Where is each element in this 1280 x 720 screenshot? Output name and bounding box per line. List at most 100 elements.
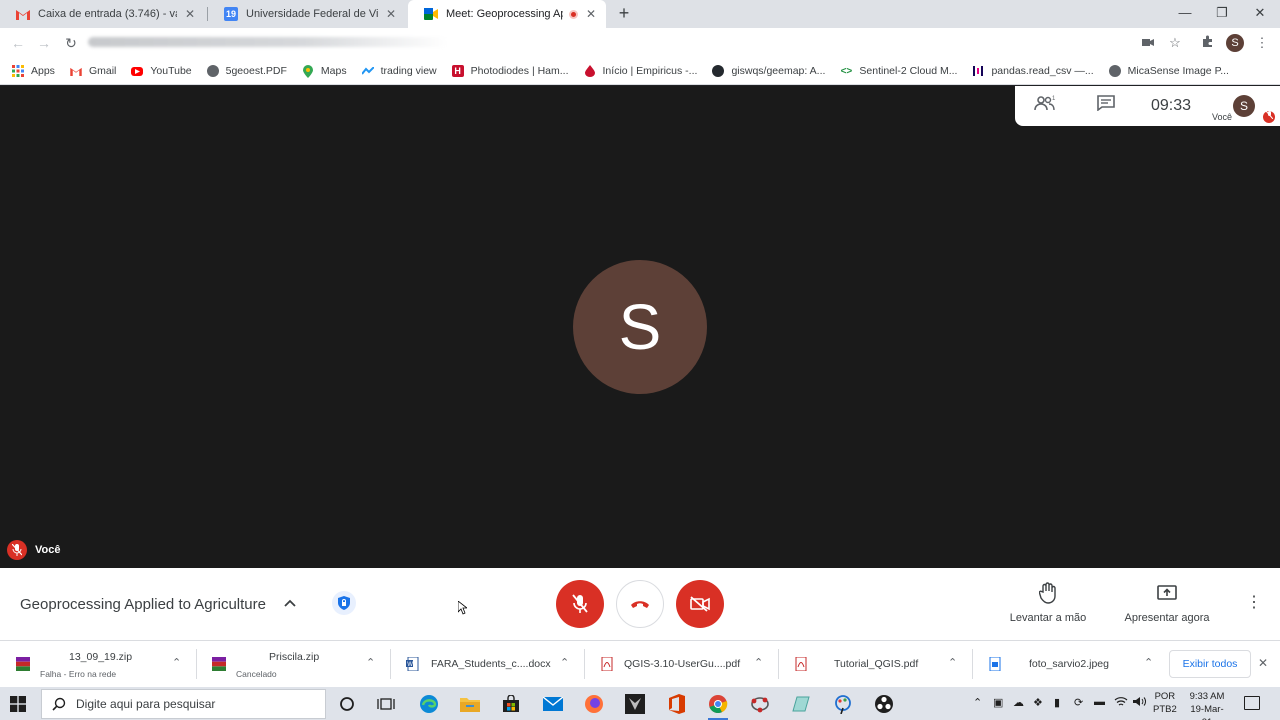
minimize-button[interactable]: — (1173, 2, 1197, 24)
battery-icon[interactable]: ▬ (1094, 696, 1105, 708)
download-item[interactable]: 13_09_19.zip Falha - Erro na rede ⌃ (0, 641, 196, 688)
restore-button[interactable]: ❐ (1210, 2, 1234, 24)
close-tab-icon[interactable]: ✕ (384, 7, 398, 21)
paint-icon[interactable] (831, 692, 855, 716)
browser-toolbar: ← → ↻ ☆ S ⋮ (0, 28, 1280, 58)
windows-start-icon[interactable] (10, 696, 26, 712)
bookmark-label: MicaSense Image P... (1127, 65, 1229, 77)
download-item[interactable]: foto_sarvio2.jpeg ⌃ (972, 641, 1166, 688)
download-item[interactable]: QGIS-3.10-UserGu....pdf ⌃ (584, 641, 778, 688)
usb-icon[interactable]: ▮ (1054, 696, 1060, 709)
close-shelf-icon[interactable]: ✕ (1258, 656, 1268, 670)
bookmark-photodiodes[interactable]: H Photodiodes | Ham... (451, 65, 569, 77)
download-item[interactable]: Priscila.zip Cancelado ⌃ (196, 641, 390, 688)
bookmark-trading-view[interactable]: trading view (361, 65, 437, 77)
snip-tool-icon[interactable] (789, 692, 813, 716)
image-file-icon (989, 657, 1001, 671)
edge-icon[interactable] (417, 692, 441, 716)
chevron-up-icon[interactable]: ⌃ (754, 656, 763, 669)
bookmark-star-icon[interactable]: ☆ (1165, 33, 1185, 53)
taskbar-search-box[interactable]: Digite aqui para pesquisar (41, 689, 326, 719)
store-icon[interactable] (499, 692, 523, 716)
bookmark-label: YouTube (150, 65, 192, 77)
volume-icon[interactable] (1133, 696, 1147, 710)
meet-tray-icon[interactable]: ▣ (993, 696, 1003, 709)
chevron-up-icon[interactable]: ⌃ (366, 656, 375, 669)
winrar-icon (212, 657, 226, 671)
download-filename: foto_sarvio2.jpeg (1029, 658, 1109, 670)
github-icon (712, 65, 725, 77)
chevron-up-icon[interactable]: ⌃ (948, 656, 957, 669)
notifications-icon[interactable] (1244, 696, 1260, 710)
bookmark-label: Photodiodes | Ham... (470, 65, 569, 77)
bookmark-sentinel[interactable]: <> Sentinel-2 Cloud M... (840, 65, 958, 77)
geogebra-icon[interactable] (748, 692, 772, 716)
gmail-icon (70, 65, 82, 77)
chevron-up-icon[interactable]: ⌃ (560, 656, 569, 669)
close-tab-icon[interactable]: ✕ (584, 7, 598, 21)
bookmark-apps[interactable]: Apps (12, 65, 55, 77)
tab-ufv[interactable]: 19 Universidade Federal de Viçosa: A ✕ (208, 0, 406, 28)
show-hidden-icons-icon[interactable]: ⌃ (973, 696, 982, 709)
more-options-icon[interactable]: ⋮ (1246, 594, 1262, 612)
svg-text:1: 1 (1052, 96, 1056, 102)
dropbox-icon[interactable]: ❖ (1033, 696, 1043, 709)
tab-meet[interactable]: Meet: Geoprocessing Applied ✕ (408, 0, 606, 28)
present-now-label: Apresentar agora (1124, 612, 1210, 624)
chevron-up-icon[interactable]: ⌃ (172, 656, 181, 669)
wifi-icon[interactable] (1114, 696, 1128, 710)
download-item[interactable]: W FARA_Students_c....docx ⌃ (390, 641, 584, 688)
extensions-icon[interactable] (1198, 33, 1218, 53)
bookmark-geemap[interactable]: giswqs/geemap: A... (712, 65, 825, 77)
raise-hand-label: Levantar a mão (1009, 612, 1087, 624)
office-icon[interactable] (665, 692, 689, 716)
cloud-icon (361, 65, 374, 77)
file-explorer-icon[interactable] (458, 692, 482, 716)
bookmark-maps[interactable]: Maps (302, 64, 347, 78)
mail-icon[interactable] (541, 692, 565, 716)
meet-icon (424, 7, 438, 21)
forward-button[interactable]: → (34, 33, 54, 53)
bookmark-5geoest[interactable]: 5geoest.PDF (206, 65, 287, 77)
chrome-icon[interactable] (706, 692, 730, 720)
predator-icon[interactable] (623, 692, 647, 716)
back-button[interactable]: ← (8, 33, 28, 53)
reload-button[interactable]: ↻ (61, 33, 81, 53)
people-icon[interactable]: 1 (1033, 95, 1057, 117)
muted-icon (1263, 110, 1275, 123)
present-now-button[interactable]: Apresentar agora (1112, 582, 1222, 624)
cloud-tray-icon[interactable]: ☁ (1013, 696, 1024, 709)
close-tab-icon[interactable]: ✕ (183, 7, 197, 21)
download-item[interactable]: Tutorial_QGIS.pdf ⌃ (778, 641, 972, 688)
chrome-menu-icon[interactable]: ⋮ (1252, 33, 1272, 53)
chevron-up-icon[interactable]: ⌃ (1144, 656, 1153, 669)
show-all-downloads-button[interactable]: Exibir todos (1169, 650, 1251, 678)
bookmark-youtube[interactable]: YouTube (131, 65, 192, 77)
obs-icon[interactable] (872, 692, 896, 716)
bookmark-empiricus[interactable]: Início | Empiricus -... (584, 65, 697, 77)
new-tab-button[interactable]: + (614, 3, 634, 23)
leave-call-button[interactable] (616, 580, 664, 628)
tab-gmail[interactable]: Caixa de entrada (3.746) - valentim ✕ (0, 0, 205, 28)
close-window-button[interactable]: ✕ (1248, 2, 1272, 24)
taskbar-clock[interactable]: 9:33 AM 19-Mar-21 (1186, 690, 1228, 720)
task-view-icon[interactable] (374, 692, 398, 716)
address-bar[interactable] (88, 37, 448, 47)
camera-in-use-icon[interactable] (1138, 33, 1158, 53)
mic-toggle-button[interactable] (556, 580, 604, 628)
chevron-up-icon[interactable] (284, 594, 296, 610)
bookmark-micasense[interactable]: MicaSense Image P... (1108, 65, 1229, 77)
firefox-icon[interactable] (582, 692, 606, 716)
profile-avatar[interactable]: S (1226, 34, 1244, 52)
meeting-title[interactable]: Geoprocessing Applied to Agriculture (20, 596, 266, 613)
bookmark-pandas[interactable]: pandas.read_csv —... (972, 65, 1094, 77)
host-controls-shield-icon[interactable] (332, 591, 356, 615)
raise-hand-button[interactable]: Levantar a mão (993, 582, 1103, 624)
input-language-indicator[interactable]: POR PTB2 (1153, 690, 1177, 716)
cortana-icon[interactable] (335, 692, 359, 716)
sync-icon[interactable]: ⟳ (1074, 696, 1083, 709)
camera-toggle-button[interactable] (676, 580, 724, 628)
chat-icon[interactable] (1094, 95, 1118, 117)
pdf-icon (601, 657, 613, 671)
bookmark-gmail[interactable]: Gmail (70, 65, 116, 77)
